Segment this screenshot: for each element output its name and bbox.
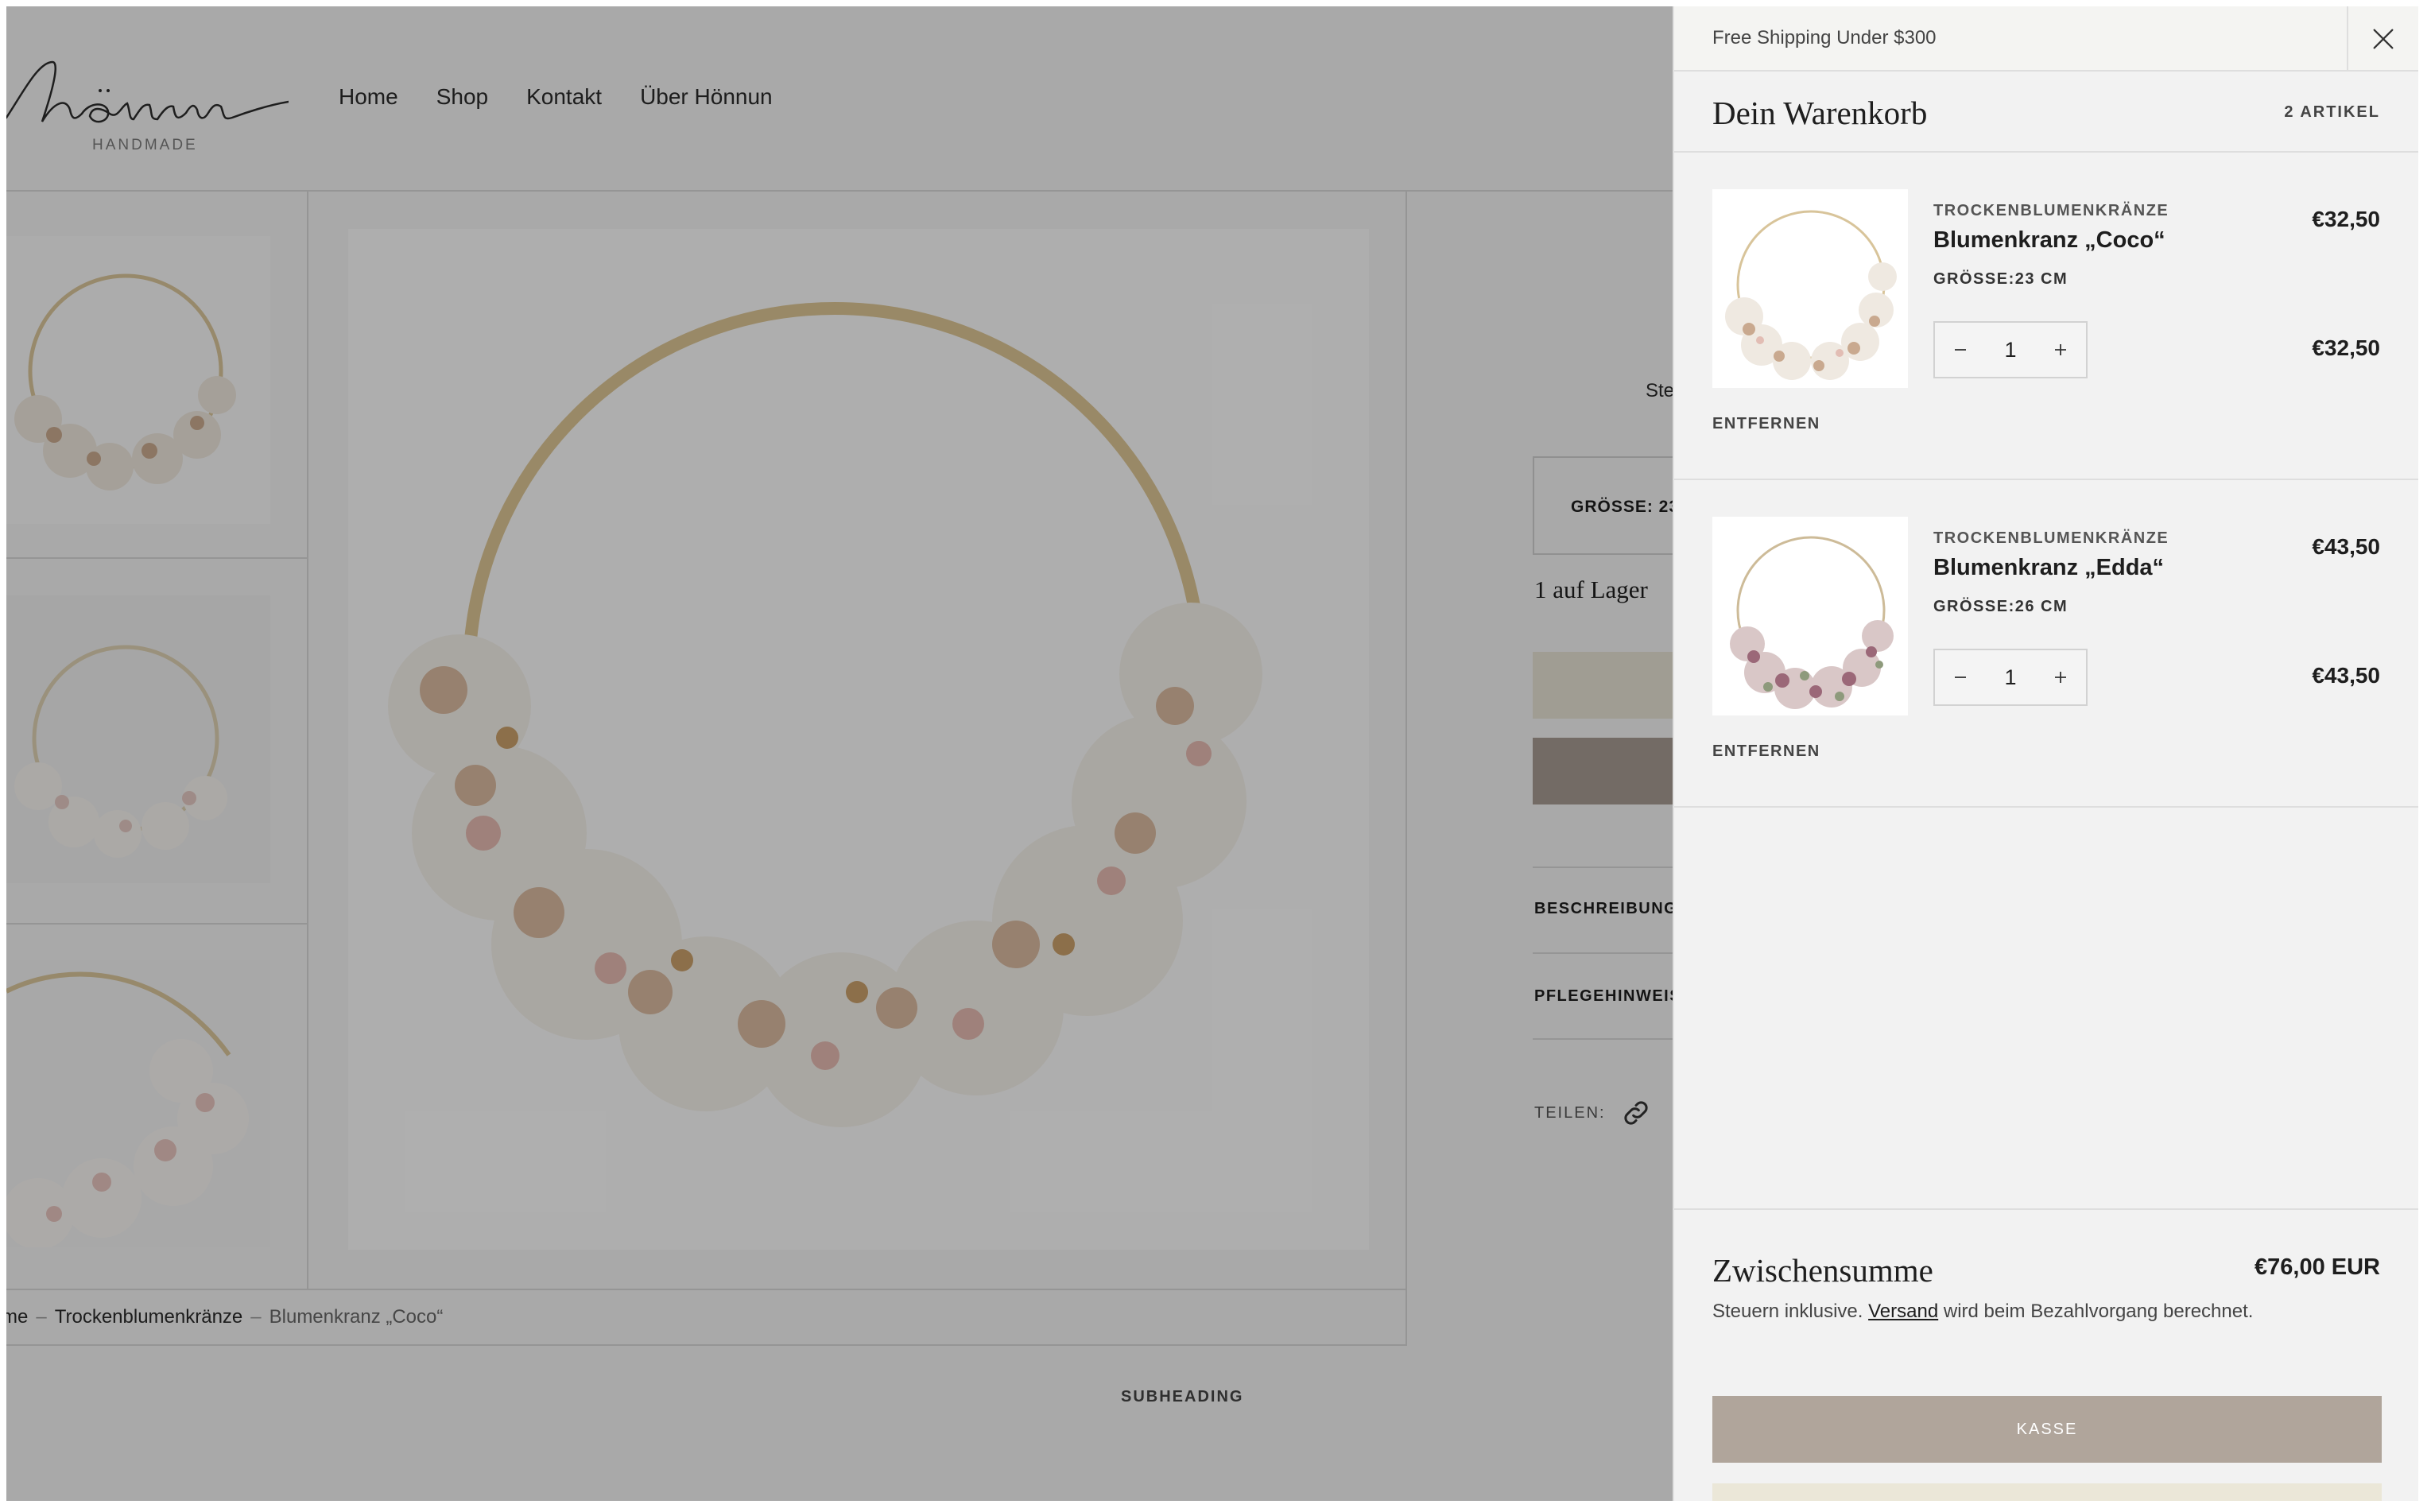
cart-line-item: TROCKENBLUMENKRÄNZE Blumenkranz „Edda“ G… bbox=[1674, 480, 2418, 808]
cart-item-count: 2 ARTIKEL bbox=[2284, 103, 2380, 121]
subtotal-label: Zwischensumme bbox=[1712, 1252, 1933, 1289]
cart-item-variant: GRÖSSE:23 CM bbox=[1933, 270, 2068, 288]
cart-item-line-price: €43,50 bbox=[2312, 663, 2380, 688]
minus-icon bbox=[1955, 349, 1966, 351]
minus-icon bbox=[1955, 677, 1966, 678]
subtotal-value: €76,00 EUR bbox=[2255, 1254, 2380, 1280]
cart-item-image[interactable] bbox=[1712, 517, 1908, 715]
increase-quantity-button[interactable] bbox=[2035, 323, 2086, 377]
announcement-text: Free Shipping Under $300 bbox=[1712, 27, 1937, 48]
quantity-stepper: 1 bbox=[1933, 649, 2088, 706]
cart-header: Dein Warenkorb 2 ARTIKEL bbox=[1674, 72, 2418, 153]
tax-note-prefix: Steuern inklusive. bbox=[1712, 1301, 1863, 1322]
remove-item-button[interactable]: ENTFERNEN bbox=[1712, 415, 1820, 433]
plus-icon bbox=[2055, 672, 2066, 683]
cart-item-unit-price: €43,50 bbox=[2312, 534, 2380, 559]
cart-drawer: Free Shipping Under $300 Dein Warenkorb … bbox=[1673, 6, 2418, 1501]
increase-quantity-button[interactable] bbox=[2035, 650, 2086, 704]
quantity-value[interactable]: 1 bbox=[1986, 665, 2035, 690]
cart-item-image[interactable] bbox=[1712, 189, 1908, 388]
cart-item-variant: GRÖSSE:26 CM bbox=[1933, 598, 2068, 615]
cart-footer: Zwischensumme €76,00 EUR Steuern inklusi… bbox=[1674, 1208, 2418, 1501]
plus-icon bbox=[2055, 344, 2066, 355]
wreath-edda-image bbox=[1730, 536, 1894, 709]
quantity-stepper: 1 bbox=[1933, 321, 2088, 378]
cart-item-vendor: TROCKENBLUMENKRÄNZE bbox=[1933, 202, 2169, 219]
decrease-quantity-button[interactable] bbox=[1935, 323, 1986, 377]
decrease-quantity-button[interactable] bbox=[1935, 650, 1986, 704]
wreath-coco-image bbox=[1725, 210, 1897, 380]
cart-item-name[interactable]: Blumenkranz „Edda“ bbox=[1933, 555, 2164, 581]
remove-item-button[interactable]: ENTFERNEN bbox=[1712, 742, 1820, 761]
tax-shipping-note: Steuern inklusive. Versand wird beim Bez… bbox=[1712, 1301, 2253, 1323]
shipping-policy-link[interactable]: Versand bbox=[1868, 1301, 1938, 1322]
secondary-cart-button[interactable] bbox=[1712, 1483, 2382, 1501]
checkout-button[interactable]: KASSE bbox=[1712, 1396, 2382, 1463]
close-icon bbox=[2373, 29, 2394, 49]
cart-item-vendor: TROCKENBLUMENKRÄNZE bbox=[1933, 529, 2169, 547]
cart-title: Dein Warenkorb bbox=[1712, 95, 1928, 131]
cart-line-item: TROCKENBLUMENKRÄNZE Blumenkranz „Coco“ G… bbox=[1674, 153, 2418, 480]
close-cart-button[interactable] bbox=[2347, 6, 2418, 72]
cart-item-line-price: €32,50 bbox=[2312, 335, 2380, 360]
cart-item-name[interactable]: Blumenkranz „Coco“ bbox=[1933, 227, 2165, 254]
announcement-bar: Free Shipping Under $300 bbox=[1674, 6, 2418, 72]
cart-item-unit-price: €32,50 bbox=[2312, 207, 2380, 231]
quantity-value[interactable]: 1 bbox=[1986, 338, 2035, 362]
tax-note-suffix: wird beim Bezahlvorgang berechnet. bbox=[1943, 1301, 2254, 1322]
